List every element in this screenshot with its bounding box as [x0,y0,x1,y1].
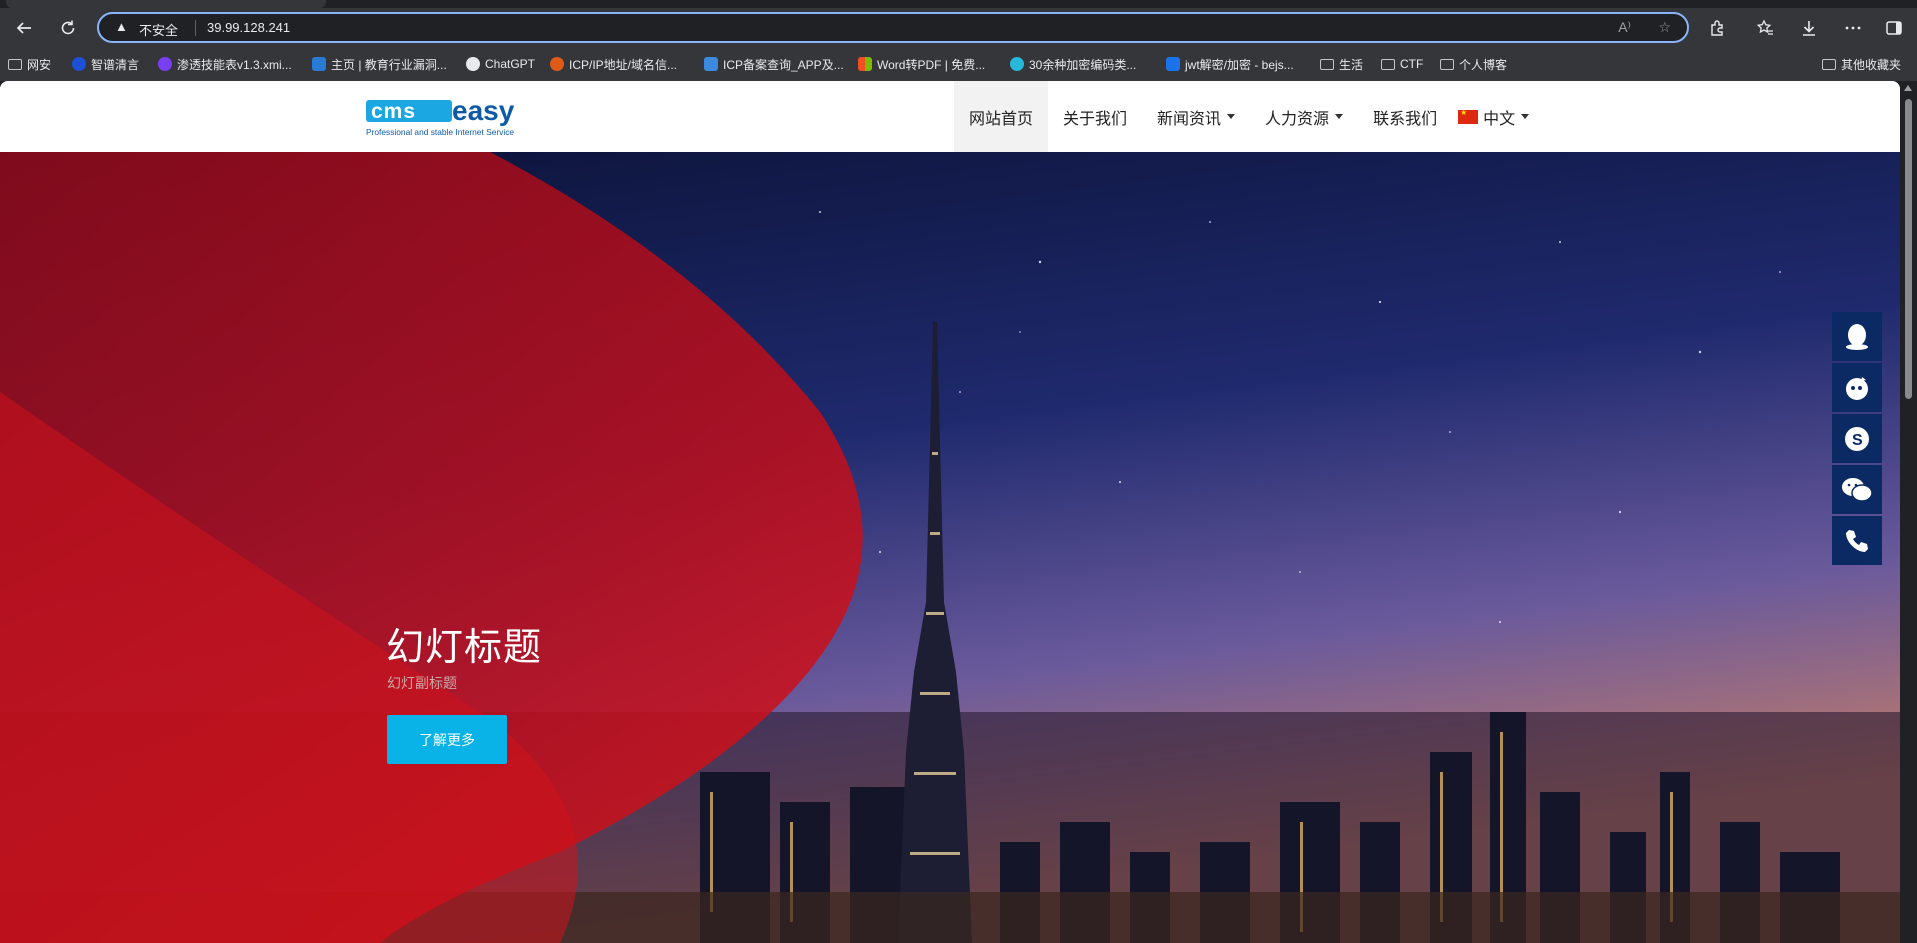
main-nav: 网站首页 关于我们 新闻资讯 人力资源 联系我们 中文 [954,81,1544,152]
hero-background [0,152,1900,943]
divider [195,20,196,36]
nav-label: 网站首页 [969,110,1034,128]
beian-icon [704,57,718,71]
nav-about[interactable]: 关于我们 [1048,81,1142,152]
sidebar-toggle-icon[interactable] [1880,14,1908,42]
bejson-icon [1166,57,1180,71]
qq-icon[interactable] [1832,312,1882,361]
folder-icon [8,58,22,70]
bookmark-item[interactable]: 主页 | 教育行业漏洞... [312,56,447,72]
wechat-icon[interactable] [1832,465,1882,514]
openai-icon [466,57,480,71]
nav-label: 新闻资讯 [1157,110,1222,128]
bookmark-item[interactable]: jwt解密/加密 - bejs... [1166,56,1294,72]
bookmark-item[interactable]: ChatGPT [466,56,535,72]
word-icon [858,57,872,71]
zhipu-icon [72,57,86,71]
scroll-up-icon[interactable] [1904,85,1912,91]
nav-home[interactable]: 网站首页 [954,81,1049,152]
bookmark-item[interactable]: 个人博客 [1440,56,1507,72]
other-bookmarks[interactable]: 其他收藏夹 [1822,56,1901,72]
page-viewport: cms easy Professional and stable Interne… [0,81,1900,943]
bookmark-item[interactable]: Word转PDF | 免费... [858,56,985,72]
icp-icon [550,57,564,71]
warning-icon[interactable]: ▲ [115,19,128,34]
side-contact-toolbar: S [1832,312,1882,567]
learn-more-button[interactable]: 了解更多 [387,715,507,764]
bookmark-item[interactable]: 网安 [8,56,51,72]
hero-subtitle: 幻灯副标题 [387,675,457,691]
page-scrollbar[interactable] [1900,81,1917,943]
caret-down-icon [1521,114,1530,119]
bookmark-item[interactable]: ICP备案查询_APP及... [704,56,844,72]
language-label: 中文 [1483,110,1516,128]
bookmark-label: 智谱清言 [91,57,140,72]
back-arrow-icon[interactable] [10,14,38,42]
bookmark-label: Word转PDF | 免费... [877,57,986,72]
address-bar[interactable]: ▲ 不安全 39.99.128.241 A⁾ ☆ [97,12,1689,43]
bookmark-item[interactable]: 智谱清言 [72,56,139,72]
hero-title: 幻灯标题 [386,627,543,669]
url-text[interactable]: 39.99.128.241 [207,20,290,35]
folder-icon [1320,58,1334,70]
nav-label: 人力资源 [1265,110,1330,128]
folder-icon [1440,58,1454,70]
nav-contact[interactable]: 联系我们 [1358,81,1452,152]
bookmark-label: ChatGPT [485,57,536,71]
bookmark-label: CTF [1400,57,1424,71]
bookmark-item[interactable]: 渗透技能表v1.3.xmi... [158,56,292,72]
extensions-icon[interactable] [1703,14,1731,42]
china-flag-icon [1458,108,1479,124]
more-menu-icon[interactable] [1839,14,1867,42]
bookmark-label: 个人博客 [1459,57,1508,72]
bookmarks-bar: 网安 智谱清言 渗透技能表v1.3.xmi... 主页 | 教育行业漏洞... … [0,47,1917,82]
logo-cms-text: cms [371,100,416,123]
caret-down-icon [1335,114,1344,119]
logo-tagline: Professional and stable Internet Service [366,127,514,137]
bookmark-item[interactable]: 30余种加密编码类... [1010,56,1136,72]
other-bookmarks-label: 其他收藏夹 [1841,57,1902,72]
cloud-icon [1010,57,1024,71]
nav-hr[interactable]: 人力资源 [1250,81,1358,152]
logo-easy-text: easy [452,95,515,126]
reload-icon[interactable] [54,14,82,42]
bookmark-label: 主页 | 教育行业漏洞... [331,57,447,72]
site-header: cms easy Professional and stable Interne… [0,81,1900,153]
downloads-icon[interactable] [1795,14,1823,42]
folder-icon [1381,58,1395,70]
bookmark-item[interactable]: 生活 [1320,56,1363,72]
star-icon[interactable]: ☆ [1658,19,1671,36]
svg-text:S: S [1852,432,1863,449]
bookmark-label: 30余种加密编码类... [1029,57,1137,72]
bookmark-item[interactable]: CTF [1381,56,1423,72]
site-logo[interactable]: cms easy Professional and stable Interne… [366,93,558,139]
bookmark-label: ICP备案查询_APP及... [723,57,844,72]
read-aloud-icon[interactable]: A⁾ [1618,19,1631,36]
xmind-icon [158,57,172,71]
scrollbar-thumb[interactable] [1905,99,1912,399]
active-tab[interactable] [6,0,326,8]
caret-down-icon [1227,114,1236,119]
folder-icon [1822,58,1836,70]
language-selector[interactable]: 中文 [1452,81,1544,152]
nav-news[interactable]: 新闻资讯 [1142,81,1250,152]
security-label[interactable]: 不安全 [139,20,178,39]
skype-icon[interactable]: S [1832,414,1882,463]
nav-label: 关于我们 [1063,110,1128,128]
favorites-icon[interactable] [1751,14,1779,42]
edusrc-icon [312,57,326,71]
bookmark-item[interactable]: ICP/IP地址/域名信... [550,56,677,72]
bookmark-label: 网安 [27,57,52,72]
browser-toolbar: ▲ 不安全 39.99.128.241 A⁾ ☆ [0,8,1917,47]
wangwang-icon[interactable] [1832,363,1882,412]
bookmark-label: 生活 [1339,57,1364,72]
tab-strip [0,0,1917,8]
hero-slider: 幻灯标题 幻灯副标题 了解更多 [0,152,1900,943]
bookmark-label: ICP/IP地址/域名信... [569,57,678,72]
phone-icon[interactable] [1832,516,1882,565]
nav-label: 联系我们 [1373,110,1438,128]
bookmark-label: jwt解密/加密 - bejs... [1185,57,1294,72]
bookmark-label: 渗透技能表v1.3.xmi... [177,57,292,72]
